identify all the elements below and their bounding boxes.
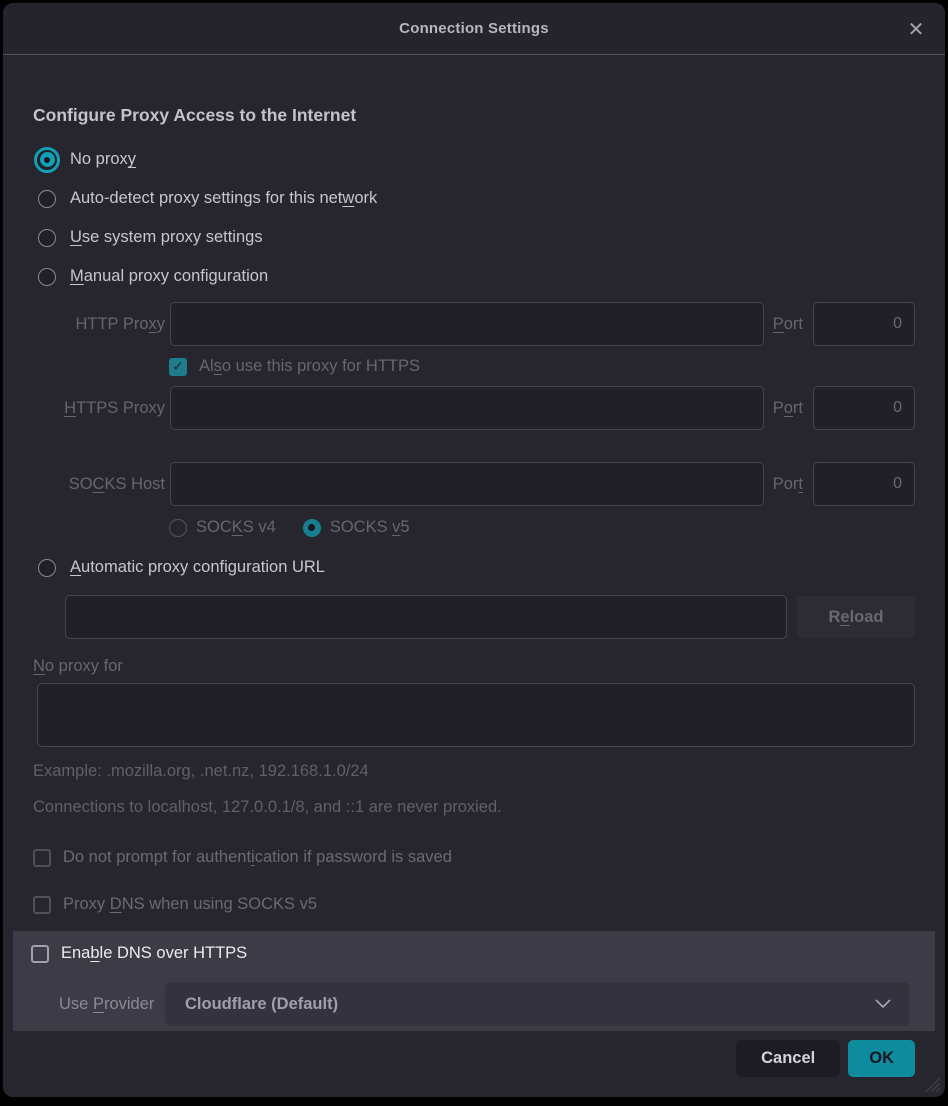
radio-label-no-proxy: No proxy [70, 150, 136, 169]
https-port-label: Port [773, 399, 803, 418]
dns-over-https-section: Enable DNS over HTTPS Use Provider Cloud… [13, 931, 935, 1031]
share-proxy-checkbox-row[interactable]: ✓ Also use this proxy for HTTPS [169, 357, 915, 376]
cancel-button[interactable]: Cancel [736, 1040, 840, 1077]
socks-host-row: SOCKS Host Port [33, 462, 915, 506]
socks-v4-option[interactable]: SOCKS v4 [169, 518, 276, 537]
socks-host-label: SOCKS Host [33, 475, 165, 494]
auto-config-url-input[interactable] [65, 595, 787, 639]
dialog-title: Connection Settings [399, 20, 549, 37]
no-prompt-auth-label: Do not prompt for authentication if pass… [63, 848, 452, 867]
checkbox-unchecked-icon[interactable] [31, 945, 49, 963]
checkbox-unchecked-icon[interactable] [33, 896, 51, 914]
chevron-down-icon [875, 999, 891, 1009]
radio-label-auto-detect: Auto-detect proxy settings for this netw… [70, 189, 377, 208]
dialog-button-row: Cancel OK [33, 1040, 915, 1077]
http-port-input[interactable] [813, 302, 915, 346]
close-icon[interactable]: ✕ [903, 16, 929, 42]
radio-row-use-system[interactable]: Use system proxy settings [33, 218, 915, 257]
socks-port-input[interactable] [813, 462, 915, 506]
no-proxy-for-label: No proxy for [33, 657, 915, 676]
socks-host-input[interactable] [170, 462, 764, 506]
socks-version-row: SOCKS v4 SOCKS v5 [165, 518, 915, 537]
http-port-label: Port [773, 315, 803, 334]
radio-row-auto-url[interactable]: Automatic proxy configuration URL [33, 548, 915, 587]
provider-row: Use Provider Cloudflare (Default) [31, 982, 909, 1026]
reload-button[interactable]: Reload [797, 596, 915, 638]
checkbox-unchecked-icon[interactable] [33, 849, 51, 867]
checkbox-checked-icon[interactable]: ✓ [169, 358, 187, 376]
socks-v4-label: SOCKS v4 [196, 518, 276, 537]
https-proxy-row: HTTPS Proxy Port [33, 386, 915, 430]
radio-row-auto-detect[interactable]: Auto-detect proxy settings for this netw… [33, 179, 915, 218]
radio-selected-icon[interactable] [34, 147, 60, 173]
use-provider-label: Use Provider [31, 995, 165, 1014]
https-proxy-label: HTTPS Proxy [33, 399, 165, 418]
no-proxy-note-text: Connections to localhost, 127.0.0.1/8, a… [33, 798, 915, 817]
radio-selected-icon[interactable] [303, 519, 321, 537]
radio-row-manual[interactable]: Manual proxy configuration [33, 257, 915, 296]
screen: Connection Settings ✕ Configure Proxy Ac… [0, 0, 948, 1106]
https-proxy-input[interactable] [170, 386, 764, 430]
http-proxy-input[interactable] [170, 302, 764, 346]
auto-config-url-row: Reload [65, 595, 915, 639]
https-port-input[interactable] [813, 386, 915, 430]
radio-row-no-proxy[interactable]: No proxy [33, 140, 915, 179]
enable-doh-label: Enable DNS over HTTPS [61, 944, 247, 963]
share-proxy-checkbox-label: Also use this proxy for HTTPS [199, 357, 420, 376]
radio-icon[interactable] [38, 559, 56, 577]
radio-icon[interactable] [38, 229, 56, 247]
radio-label-auto-url: Automatic proxy configuration URL [70, 558, 325, 577]
checkmark-icon: ✓ [172, 358, 184, 375]
title-bar: Connection Settings ✕ [3, 3, 945, 55]
http-proxy-label: HTTP Proxy [33, 315, 165, 334]
radio-icon[interactable] [169, 519, 187, 537]
ok-button[interactable]: OK [848, 1040, 915, 1077]
radio-label-use-system: Use system proxy settings [70, 228, 263, 247]
socks-v5-label: SOCKS v5 [330, 518, 410, 537]
provider-selected-value: Cloudflare (Default) [185, 995, 338, 1014]
no-proxy-example-text: Example: .mozilla.org, .net.nz, 192.168.… [33, 762, 915, 781]
socks-port-label: Port [773, 475, 803, 494]
proxy-dns-checkbox-row[interactable]: Proxy DNS when using SOCKS v5 [33, 895, 915, 914]
no-proxy-for-textarea[interactable] [37, 683, 915, 747]
proxy-dns-label: Proxy DNS when using SOCKS v5 [63, 895, 317, 914]
no-prompt-auth-checkbox-row[interactable]: Do not prompt for authentication if pass… [33, 848, 915, 867]
connection-settings-dialog: Connection Settings ✕ Configure Proxy Ac… [3, 3, 945, 1097]
provider-select[interactable]: Cloudflare (Default) [165, 982, 909, 1026]
radio-label-manual: Manual proxy configuration [70, 267, 268, 286]
enable-doh-checkbox-row[interactable]: Enable DNS over HTTPS [31, 944, 909, 963]
http-proxy-row: HTTP Proxy Port [33, 302, 915, 346]
page-title: Configure Proxy Access to the Internet [33, 105, 915, 126]
resize-grip[interactable] [922, 1074, 940, 1092]
radio-icon[interactable] [38, 268, 56, 286]
radio-icon[interactable] [38, 190, 56, 208]
dialog-content: Configure Proxy Access to the Internet N… [3, 105, 945, 1077]
socks-v5-option[interactable]: SOCKS v5 [303, 518, 410, 537]
